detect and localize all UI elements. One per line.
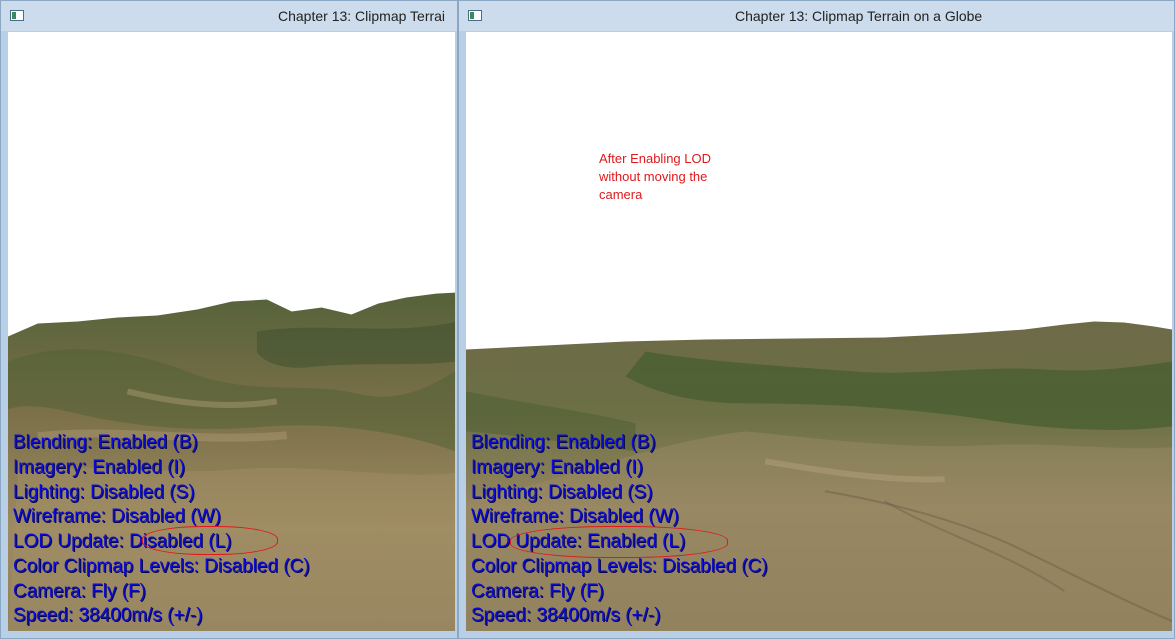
- hud-imagery: Imagery: Enabled (I): [13, 457, 186, 479]
- hud-color-clipmap-levels: Color Clipmap Levels: Disabled (C): [471, 555, 768, 577]
- hud-speed: Speed: 38400m/s (+/-): [13, 605, 203, 627]
- annotation-note: After Enabling LOD without moving the ca…: [599, 150, 749, 204]
- terrain-window-left[interactable]: Chapter 13: Clipmap Terrai Blending: Ena…: [0, 0, 458, 639]
- render-viewport[interactable]: Blending: Enabled (B) Imagery: Enabled (…: [8, 32, 455, 631]
- hud-lod-update: LOD Update: Enabled (L): [471, 531, 686, 553]
- hud-camera: Camera: Fly (F): [13, 580, 146, 602]
- annotation-line: camera: [599, 187, 643, 202]
- hud-status-list: Blending: Enabled (B) Imagery: Enabled (…: [13, 431, 310, 629]
- annotation-line: After Enabling LOD: [599, 151, 712, 166]
- hud-blending: Blending: Enabled (B): [13, 432, 198, 454]
- annotation-line: without moving the: [599, 169, 708, 184]
- window-title: Chapter 13: Clipmap Terrai: [278, 8, 446, 24]
- hud-camera: Camera: Fly (F): [471, 580, 604, 602]
- hud-speed: Speed: 38400m/s (+/-): [471, 605, 661, 627]
- hud-wireframe: Wireframe: Disabled (W): [471, 506, 679, 528]
- window-title: Chapter 13: Clipmap Terrain on a Globe: [735, 8, 983, 24]
- hud-status-list: Blending: Enabled (B) Imagery: Enabled (…: [471, 431, 768, 629]
- hud-blending: Blending: Enabled (B): [471, 432, 656, 454]
- hud-lighting: Lighting: Disabled (S): [13, 481, 195, 503]
- hud-lod-update: LOD Update: Disabled (L): [13, 531, 232, 553]
- title-bar[interactable]: Chapter 13: Clipmap Terrain on a Globe: [459, 1, 1174, 31]
- app-icon: [10, 10, 24, 21]
- hud-imagery: Imagery: Enabled (I): [471, 457, 644, 479]
- hud-color-clipmap-levels: Color Clipmap Levels: Disabled (C): [13, 555, 310, 577]
- terrain-window-right[interactable]: Chapter 13: Clipmap Terrain on a Globe A…: [458, 0, 1175, 639]
- hud-wireframe: Wireframe: Disabled (W): [13, 506, 221, 528]
- app-icon: [468, 10, 482, 21]
- render-viewport[interactable]: After Enabling LOD without moving the ca…: [466, 32, 1172, 631]
- title-bar[interactable]: Chapter 13: Clipmap Terrai: [1, 1, 457, 31]
- hud-lighting: Lighting: Disabled (S): [471, 481, 653, 503]
